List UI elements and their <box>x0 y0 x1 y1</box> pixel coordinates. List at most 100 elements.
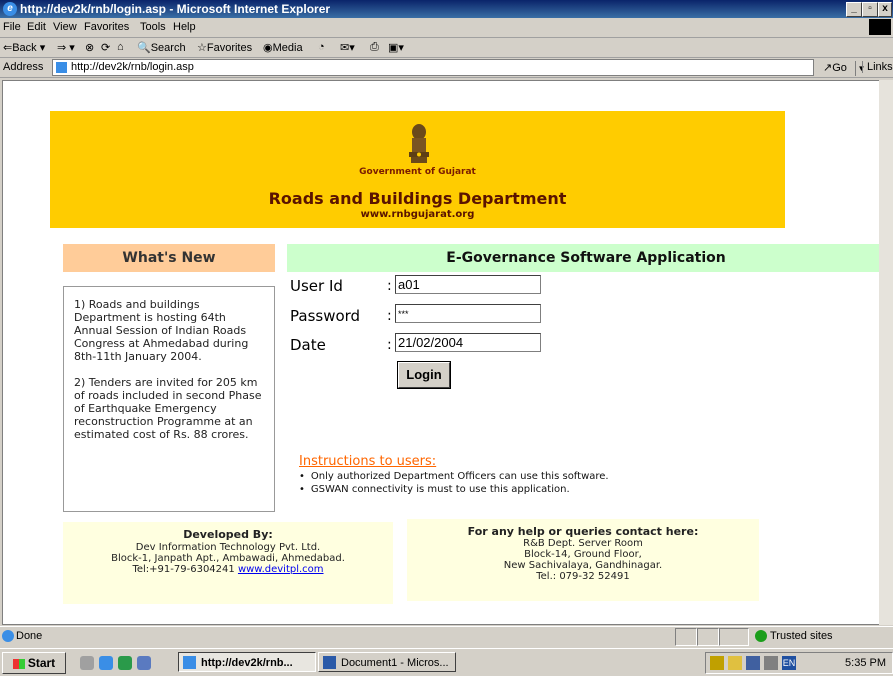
stop-icon[interactable]: ⊗ <box>85 41 94 54</box>
tray-app-icon[interactable] <box>764 656 778 670</box>
media-launch-icon[interactable] <box>118 656 132 670</box>
developer-contact: Tel:+91-79-6304241 www.devitpl.com <box>63 564 393 575</box>
outlook-launch-icon[interactable] <box>137 656 151 670</box>
status-text: Done <box>16 630 43 642</box>
home-icon[interactable]: ⌂ <box>117 41 124 53</box>
tray-app-icon[interactable] <box>728 656 742 670</box>
address-label: Address <box>3 61 44 73</box>
ie-icon: e <box>3 2 17 16</box>
quick-launch <box>80 656 170 670</box>
window-titlebar: e http://dev2k/rnb/login.asp - Microsoft… <box>0 0 893 18</box>
instructions-list: Only authorized Department Officers can … <box>299 471 609 497</box>
address-input[interactable]: http://dev2k/rnb/login.asp ▼ <box>52 59 867 76</box>
date-input[interactable] <box>395 333 541 352</box>
taskbar-ie-window[interactable]: http://dev2k/rnb... <box>178 652 316 672</box>
developer-panel: Developed By: Dev Information Technology… <box>63 522 393 604</box>
menu-bar: File Edit View Favorites Tools Help <box>0 18 893 38</box>
volume-icon[interactable] <box>710 656 724 670</box>
whats-new-heading: What's New <box>63 244 275 272</box>
ie-launch-icon[interactable] <box>99 656 113 670</box>
instruction-item: Only authorized Department Officers can … <box>299 471 609 484</box>
login-button[interactable]: Login <box>397 361 451 389</box>
search-button[interactable]: 🔍Search <box>137 41 186 54</box>
address-url: http://dev2k/rnb/login.asp <box>71 61 194 73</box>
maximize-button[interactable]: ▫ <box>862 2 878 17</box>
start-button[interactable]: Start <box>2 652 66 674</box>
back-button[interactable]: ⇐Back ▾ <box>3 41 45 54</box>
history-icon[interactable]: ◔ <box>318 41 325 53</box>
instructions-link[interactable]: Instructions to users: <box>299 454 436 469</box>
developer-address: Block-1, Janpath Apt., Ambawadi, Ahmedab… <box>111 553 345 564</box>
status-cell <box>675 628 697 646</box>
favorites-label: Favorites <box>206 42 253 54</box>
vertical-scrollbar[interactable] <box>879 80 893 625</box>
colon: : <box>387 308 392 324</box>
window-title: http://dev2k/rnb/login.asp - Microsoft I… <box>20 2 331 16</box>
network-icon[interactable] <box>746 656 760 670</box>
windows-logo-icon <box>869 19 891 35</box>
show-desktop-icon[interactable] <box>80 656 94 670</box>
developer-site-link[interactable]: www.devitpl.com <box>238 564 324 575</box>
help-tel: Tel.: 079-32 52491 <box>536 571 630 582</box>
developer-tel: Tel:+91-79-6304241 <box>132 564 235 575</box>
colon: : <box>387 337 392 353</box>
print-icon[interactable]: ⎙ <box>370 41 379 54</box>
colon: : <box>387 278 392 294</box>
status-bar: Done Trusted sites <box>0 626 893 646</box>
windows-flag-icon <box>12 658 25 669</box>
system-tray: EN 5:35 PM <box>705 652 893 674</box>
menu-favorites[interactable]: Favorites <box>84 21 129 33</box>
close-button[interactable]: x <box>878 2 892 17</box>
news-item: 2) Tenders are invited for 205 km of roa… <box>74 376 262 441</box>
egov-heading: E-Governance Software Application <box>287 244 879 272</box>
media-button[interactable]: ◉Media <box>263 41 303 54</box>
search-label: Search <box>150 42 186 54</box>
government-label: Government of Gujarat <box>359 167 476 177</box>
menu-help[interactable]: Help <box>173 21 196 33</box>
news-item: 1) Roads and buildings Department is hos… <box>74 298 249 363</box>
word-icon <box>323 656 336 669</box>
edit-icon[interactable]: ▣▾ <box>388 41 404 54</box>
menu-tools[interactable]: Tools <box>140 21 166 33</box>
ashoka-emblem-icon <box>409 124 429 163</box>
help-line: Block-14, Ground Floor, <box>524 549 642 560</box>
status-cell <box>719 628 749 646</box>
menu-file[interactable]: File <box>3 21 21 33</box>
user-id-input[interactable] <box>395 275 541 294</box>
favorites-button[interactable]: ☆Favorites <box>197 41 252 54</box>
language-indicator[interactable]: EN <box>782 656 796 670</box>
status-cell <box>697 628 719 646</box>
taskbar-word-window[interactable]: Document1 - Micros... <box>318 652 456 672</box>
whats-new-panel: 1) Roads and buildings Department is hos… <box>63 286 275 512</box>
mail-icon[interactable]: ✉▾ <box>340 41 355 54</box>
department-title: Roads and Buildings Department <box>268 189 567 208</box>
refresh-icon[interactable]: ⟳ <box>101 41 110 54</box>
minimize-button[interactable]: _ <box>846 2 862 17</box>
developer-title: Developed By: <box>183 528 273 541</box>
password-input[interactable] <box>395 304 541 323</box>
header-banner: Government of Gujarat Roads and Building… <box>50 111 785 228</box>
security-zone: Trusted sites <box>770 630 833 642</box>
website-url: www.rnbgujarat.org <box>360 209 475 220</box>
help-line: New Sachivalaya, Gandhinagar. <box>503 560 663 571</box>
page-icon <box>56 62 67 73</box>
trusted-sites-icon <box>755 630 767 642</box>
go-label: Go <box>832 62 847 74</box>
taskbar: Start http://dev2k/rnb... Document1 - Mi… <box>0 648 893 676</box>
page-viewport: Government of Gujarat Roads and Building… <box>2 80 880 625</box>
menu-view[interactable]: View <box>53 21 77 33</box>
task-label: http://dev2k/rnb... <box>201 657 293 669</box>
instruction-item: GSWAN connectivity is must to use this a… <box>299 484 609 497</box>
media-label: Media <box>272 42 303 54</box>
help-panel: For any help or queries contact here: R&… <box>407 519 759 601</box>
help-line: R&B Dept. Server Room <box>523 538 643 549</box>
developer-company: Dev Information Technology Pvt. Ltd. <box>135 542 321 553</box>
go-button[interactable]: ↗Go <box>823 61 847 74</box>
forward-button[interactable]: ⇒ ▾ <box>57 41 75 54</box>
ie-icon <box>183 656 196 669</box>
menu-edit[interactable]: Edit <box>27 21 46 33</box>
address-bar: Address http://dev2k/rnb/login.asp ▼ ↗Go… <box>0 58 893 78</box>
start-label: Start <box>27 656 56 670</box>
links-button[interactable]: Links <box>862 61 893 73</box>
password-label: Password <box>290 307 361 325</box>
